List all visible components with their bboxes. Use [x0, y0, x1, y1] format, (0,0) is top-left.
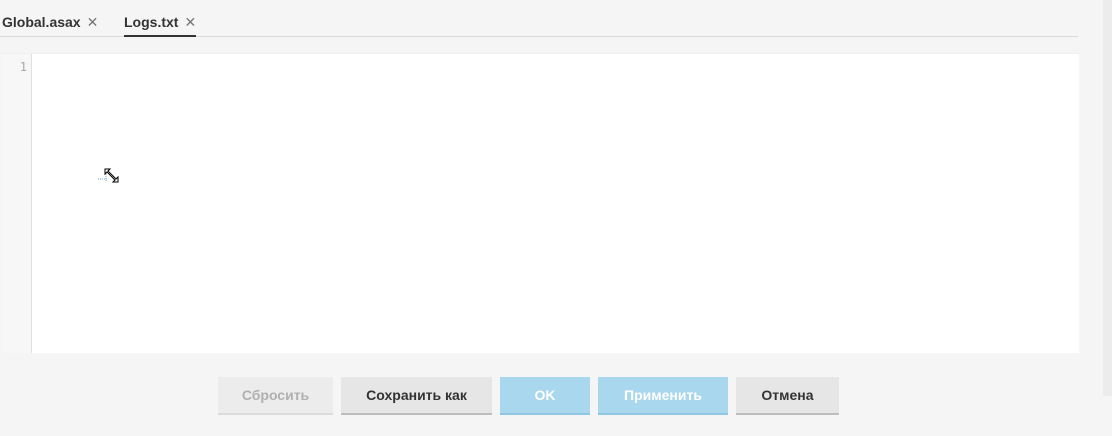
- cancel-button[interactable]: Отмена: [736, 377, 839, 415]
- file-editor-dialog: Global.asax ✕ Logs.txt ✕ 1 Сбросить Сохр…: [0, 0, 1112, 436]
- apply-button[interactable]: Применить: [598, 377, 728, 415]
- save-as-button[interactable]: Сохранить как: [341, 377, 492, 415]
- line-number: 1: [19, 60, 27, 74]
- close-icon[interactable]: ✕: [87, 13, 99, 31]
- reset-button[interactable]: Сбросить: [218, 377, 333, 415]
- ok-button[interactable]: OK: [500, 377, 590, 415]
- close-icon[interactable]: ✕: [184, 13, 196, 31]
- code-editor[interactable]: 1: [2, 53, 1079, 353]
- line-number-gutter: 1: [2, 54, 32, 353]
- tab-bar: Global.asax ✕ Logs.txt ✕: [0, 0, 1078, 37]
- tab-label: Logs.txt: [124, 14, 179, 30]
- tab-global-asax[interactable]: Global.asax ✕: [2, 13, 98, 36]
- code-text-area[interactable]: [32, 54, 1079, 353]
- tab-label: Global.asax: [2, 14, 81, 30]
- resize-cursor-icon: [98, 168, 119, 183]
- tab-logs-txt[interactable]: Logs.txt ✕: [124, 13, 197, 37]
- scrollbar[interactable]: [1103, 0, 1112, 396]
